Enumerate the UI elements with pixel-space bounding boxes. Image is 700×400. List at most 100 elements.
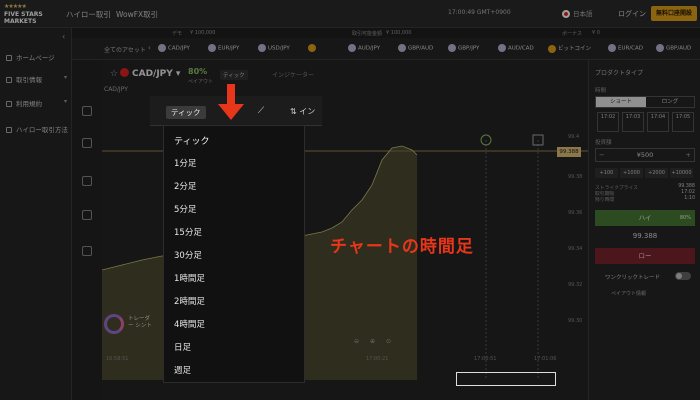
timeframe-option[interactable]: ティック <box>174 134 209 147</box>
server-clock: 17:00:49 GMT+0900 <box>448 9 511 16</box>
layers-tool-icon[interactable] <box>82 246 92 256</box>
ticker-pair[interactable]: AUD/CAD <box>498 44 534 52</box>
investment-amount-input[interactable]: − ¥500 + <box>595 148 695 162</box>
trader-label: トレーダー シント <box>128 316 152 329</box>
one-click-trade-label: ワンクリックトレード <box>605 275 661 281</box>
sidebar-item-home[interactable]: ホームページ <box>6 52 55 62</box>
chevron-left-icon[interactable]: ‹ <box>148 44 151 52</box>
expiry-option[interactable]: 17:02 <box>597 112 619 132</box>
timeframe-option[interactable]: 15分足 <box>174 226 202 238</box>
login-link[interactable]: ログイン <box>618 9 646 19</box>
expiry-option[interactable]: 17:04 <box>647 112 669 132</box>
ticker-pair[interactable]: GBP/AUD <box>398 44 433 52</box>
timeframe-option[interactable]: 週足 <box>174 364 191 376</box>
indicator-short-label[interactable]: ⇅ イン <box>290 106 315 117</box>
zoom-out-icon[interactable]: ⊖ <box>354 338 359 345</box>
timeframe-tick-button[interactable]: ティック <box>166 106 206 119</box>
timeframe-option[interactable]: 30分足 <box>174 249 202 261</box>
collapse-sidebar-icon[interactable]: ‹ <box>62 32 65 41</box>
annotation-caption: チャートの時間足 <box>330 237 474 257</box>
ticker-pair[interactable]: ビットコイン <box>548 44 591 53</box>
ticker-pair[interactable]: AUD/JPY <box>348 44 380 52</box>
zoom-in-icon[interactable]: ⊕ <box>370 338 375 345</box>
chart-tool-column <box>72 60 102 400</box>
info-icon <box>6 77 12 83</box>
currency-pair-icon <box>208 44 216 52</box>
document-icon <box>6 101 12 107</box>
ticker-pair[interactable]: EUR/CAD <box>608 44 643 52</box>
ticker-pair[interactable]: GBP/AUD <box>656 44 691 52</box>
chevron-down-icon[interactable]: ▾ <box>64 74 67 81</box>
payout-info-link[interactable]: ペイアウト情報 <box>611 290 646 297</box>
quick-amount-button[interactable]: +2000 <box>645 168 668 178</box>
short-tab[interactable]: ショート <box>596 97 646 107</box>
calendar-tool-icon[interactable] <box>82 176 92 186</box>
reset-zoom-icon[interactable]: ⊙ <box>386 338 391 345</box>
japan-flag-icon <box>562 10 570 18</box>
red-down-arrow-icon <box>218 84 244 124</box>
y-tick: 99.32 <box>568 282 583 288</box>
sidebar-item-trade-info[interactable]: 取引情報 <box>6 74 42 84</box>
cursor-tool-icon[interactable] <box>82 106 92 116</box>
ticker-pair[interactable]: USD/JPY <box>258 44 290 52</box>
timeframe-option[interactable]: 日足 <box>174 341 191 353</box>
expiry-option[interactable]: 17:05 <box>672 112 694 132</box>
currency-pair-icon <box>498 44 506 52</box>
timeframe-option[interactable]: 2分足 <box>174 180 196 192</box>
duration-toggle: ショート ロング <box>595 96 695 108</box>
chevron-down-icon[interactable]: ▾ <box>64 98 67 105</box>
language-selector[interactable]: 日本語 <box>562 8 593 18</box>
draw-tool-icon[interactable] <box>82 138 92 148</box>
quick-amount-button[interactable]: +1000 <box>620 168 643 178</box>
sentiment-ring-icon <box>104 314 124 334</box>
timeframe-dropdown: ティック 1分足 2分足 5分足 15分足 30分足 1時間足 2時間足 4時間… <box>163 125 305 383</box>
y-tick: 99.36 <box>568 210 583 216</box>
currency-pair-icon <box>258 44 266 52</box>
demo-label: デモ <box>172 31 183 37</box>
ticker-pair[interactable]: GBP/JPY <box>448 44 479 52</box>
high-button[interactable]: ハイ 80% <box>595 210 695 226</box>
timeframe-option[interactable]: 1分足 <box>174 157 196 169</box>
demo-balance: ¥ 100,000 <box>190 30 216 36</box>
timeframe-option[interactable]: 1時間足 <box>174 272 205 284</box>
coin-icon <box>308 44 316 52</box>
currency-pair-icon <box>656 44 664 52</box>
y-tick: 99.4 <box>568 134 580 140</box>
timeframe-option[interactable]: 5分足 <box>174 203 196 215</box>
low-button[interactable]: ロー <box>595 248 695 264</box>
bonus-label: ボーナス <box>562 31 583 37</box>
sidebar-item-terms[interactable]: 利用規約 <box>6 98 42 108</box>
brand-logo[interactable]: ★★★★★ FIVE STARS MARKETS <box>4 3 60 25</box>
long-tab[interactable]: ロング <box>646 97 694 107</box>
remaining-time-row: 残り時間 1:10 <box>595 196 695 203</box>
open-account-button[interactable]: 無料口座開設 <box>651 6 697 21</box>
draw-line-icon[interactable]: ⟋ <box>254 106 268 120</box>
product-type-label: プロダクトタイプ <box>595 70 644 77</box>
account-balance-strip: デモ ¥ 100,000 取引可能金額 ¥ 100,000 ボーナス ¥ 0 <box>72 28 700 38</box>
ticker-pair-coin[interactable] <box>308 44 318 52</box>
sidebar-item-how-to-trade[interactable]: ハイロー取引方法 <box>6 124 68 134</box>
minus-icon[interactable]: − <box>599 149 604 162</box>
bonus-balance: ¥ 0 <box>592 30 600 36</box>
quick-amount-button[interactable]: +10000 <box>670 168 693 178</box>
trader-sentiment-widget[interactable]: トレーダー シント <box>104 312 154 342</box>
timeframe-option[interactable]: 4時間足 <box>174 318 205 330</box>
currency-pair-icon <box>608 44 616 52</box>
home-icon <box>6 55 12 61</box>
monitor-tool-icon[interactable] <box>82 210 92 220</box>
timeframe-option[interactable]: 2時間足 <box>174 295 205 307</box>
nav-binary-trading[interactable]: ハイロー取引 <box>66 9 111 20</box>
nav-wowfx-trading[interactable]: WowFX取引 <box>116 9 158 20</box>
current-price-tag: 99.388 <box>557 147 581 157</box>
currency-pair-icon <box>398 44 406 52</box>
help-icon <box>6 127 12 133</box>
time-range-slider[interactable] <box>456 372 556 386</box>
all-assets-link[interactable]: 全てのアセット <box>104 45 146 54</box>
ticker-pair[interactable]: EUR/JPY <box>208 44 239 52</box>
quick-amount-button[interactable]: +100 <box>595 168 618 178</box>
plus-icon[interactable]: + <box>686 149 691 162</box>
brand-name-line1: FIVE STARS <box>4 11 43 18</box>
ticker-pair[interactable]: CAD/JPY <box>158 44 190 52</box>
one-click-toggle[interactable] <box>675 272 691 280</box>
expiry-option[interactable]: 17:03 <box>622 112 644 132</box>
